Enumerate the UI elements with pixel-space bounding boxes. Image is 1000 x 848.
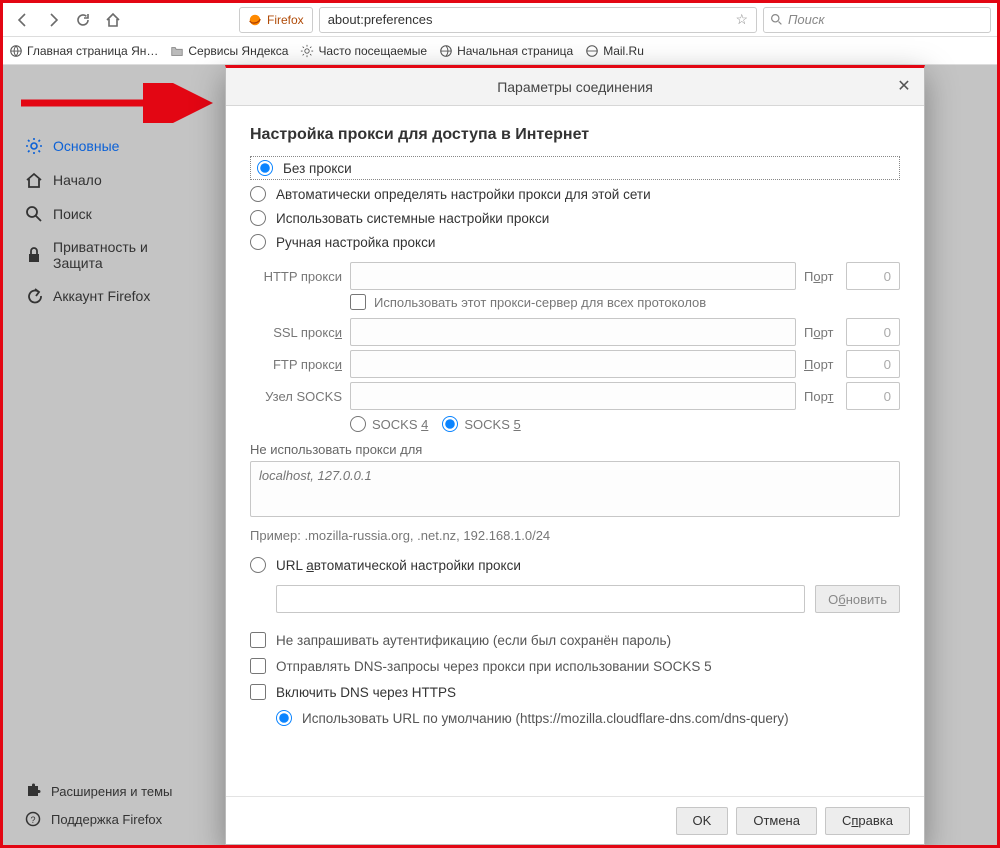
- doh-default-url-option[interactable]: Использовать URL по умолчанию (https://m…: [276, 705, 900, 731]
- proxy-option-pac[interactable]: URL автоматической настройки прокси: [250, 553, 900, 577]
- globe-icon: [585, 44, 599, 58]
- annotation-arrow: [21, 83, 221, 123]
- gear-icon: [300, 44, 314, 58]
- ssl-proxy-label: SSL прокси: [250, 325, 342, 340]
- no-proxy-example: Пример: .mozilla-russia.org, .net.nz, 19…: [250, 528, 900, 543]
- pac-url-input[interactable]: [276, 585, 805, 613]
- http-port-input[interactable]: [846, 262, 900, 290]
- bookmark-star-icon[interactable]: ☆: [735, 11, 748, 28]
- identity-label: Firefox: [267, 13, 304, 27]
- ssl-port-input[interactable]: [846, 318, 900, 346]
- socks4-option[interactable]: SOCKS 4: [350, 416, 428, 432]
- port-label: Порт: [804, 325, 838, 340]
- ssl-proxy-input[interactable]: [350, 318, 796, 346]
- search-icon: [770, 13, 783, 26]
- ftp-proxy-input[interactable]: [350, 350, 796, 378]
- forward-button[interactable]: [39, 6, 67, 34]
- socks5-option[interactable]: SOCKS 5: [442, 416, 520, 432]
- sidebar-item-general[interactable]: Основные: [21, 129, 201, 163]
- refresh-button[interactable]: Обновить: [815, 585, 900, 613]
- url-bar[interactable]: about:preferences ☆: [319, 7, 757, 33]
- ok-button[interactable]: OK: [676, 807, 729, 835]
- sidebar-extensions[interactable]: Расширения и темы: [21, 777, 176, 805]
- radio-auto-detect[interactable]: [250, 186, 266, 202]
- proxy-option-system[interactable]: Использовать системные настройки прокси: [250, 206, 900, 230]
- dns-over-socks-option[interactable]: Отправлять DNS-запросы через прокси при …: [250, 653, 900, 679]
- checkbox-doh[interactable]: [250, 684, 266, 700]
- use-for-all-protocols-checkbox[interactable]: [350, 294, 366, 310]
- identity-box[interactable]: Firefox: [239, 7, 313, 33]
- preferences-sidebar: Основные Начало Поиск Приватность и Защи…: [21, 129, 201, 313]
- globe-icon: [439, 44, 453, 58]
- port-label: Порт: [804, 357, 838, 372]
- dialog-body[interactable]: Настройка прокси для доступа в Интернет …: [226, 106, 924, 796]
- dialog-heading: Настройка прокси для доступа в Интернет: [250, 126, 900, 144]
- bookmark-item[interactable]: Начальная страница: [439, 44, 573, 58]
- back-button[interactable]: [9, 6, 37, 34]
- no-proxy-label: Не использовать прокси для: [250, 442, 900, 457]
- bookmark-item[interactable]: Главная страница Ян…: [9, 44, 158, 58]
- ftp-port-input[interactable]: [846, 350, 900, 378]
- http-proxy-label: HTTP прокси: [250, 269, 342, 284]
- radio-manual[interactable]: [250, 234, 266, 250]
- sidebar-item-firefox-account[interactable]: Аккаунт Firefox: [21, 279, 201, 313]
- radio-system[interactable]: [250, 210, 266, 226]
- connection-settings-dialog: Параметры соединения ✕ Настройка прокси …: [225, 65, 925, 845]
- socks-port-input[interactable]: [846, 382, 900, 410]
- folder-icon: [170, 44, 184, 58]
- radio-pac[interactable]: [250, 557, 266, 573]
- sidebar-support[interactable]: ? Поддержка Firefox: [21, 805, 176, 833]
- checkbox-dns-socks[interactable]: [250, 658, 266, 674]
- help-icon: ?: [25, 811, 41, 827]
- cancel-button[interactable]: Отмена: [736, 807, 817, 835]
- sidebar-item-search[interactable]: Поиск: [21, 197, 201, 231]
- puzzle-icon: [25, 783, 41, 799]
- browser-toolbar: Firefox about:preferences ☆ Поиск: [3, 3, 997, 37]
- no-proxy-textarea[interactable]: [250, 461, 900, 517]
- globe-icon: [9, 44, 23, 58]
- no-auth-prompt-option[interactable]: Не запрашивать аутентификацию (если был …: [250, 627, 900, 653]
- dialog-footer: OK Отмена Справка: [226, 796, 924, 844]
- bookmark-item[interactable]: Сервисы Яндекса: [170, 44, 288, 58]
- proxy-option-manual[interactable]: Ручная настройка прокси: [250, 230, 900, 254]
- bookmarks-toolbar: Главная страница Ян… Сервисы Яндекса Час…: [3, 37, 997, 65]
- radio-no-proxy[interactable]: [257, 160, 273, 176]
- port-label: Порт: [804, 269, 838, 284]
- bookmark-item[interactable]: Часто посещаемые: [300, 44, 427, 58]
- dialog-title: Параметры соединения: [497, 79, 653, 95]
- checkbox-no-auth[interactable]: [250, 632, 266, 648]
- svg-text:?: ?: [30, 815, 35, 825]
- url-text: about:preferences: [328, 12, 433, 27]
- sidebar-item-privacy[interactable]: Приватность и Защита: [21, 231, 201, 279]
- http-proxy-input[interactable]: [350, 262, 796, 290]
- socks-host-input[interactable]: [350, 382, 796, 410]
- ftp-proxy-label: FTP прокси: [250, 357, 342, 372]
- dns-over-https-option[interactable]: Включить DNS через HTTPS: [250, 679, 900, 705]
- home-button[interactable]: [99, 6, 127, 34]
- socks-host-label: Узел SOCKS: [250, 389, 342, 404]
- proxy-option-none[interactable]: Без прокси: [250, 156, 900, 180]
- radio-socks5[interactable]: [442, 416, 458, 432]
- help-button[interactable]: Справка: [825, 807, 910, 835]
- reload-button[interactable]: [69, 6, 97, 34]
- search-bar[interactable]: Поиск: [763, 7, 991, 33]
- sidebar-item-home[interactable]: Начало: [21, 163, 201, 197]
- radio-doh-default[interactable]: [276, 710, 292, 726]
- dialog-close-button[interactable]: ✕: [892, 74, 916, 98]
- radio-socks4[interactable]: [350, 416, 366, 432]
- firefox-icon: [248, 13, 262, 27]
- dialog-title-bar: Параметры соединения ✕: [226, 68, 924, 106]
- port-label: Порт: [804, 389, 838, 404]
- bookmark-item[interactable]: Mail.Ru: [585, 44, 644, 58]
- proxy-option-auto-detect[interactable]: Автоматически определять настройки прокс…: [250, 182, 900, 206]
